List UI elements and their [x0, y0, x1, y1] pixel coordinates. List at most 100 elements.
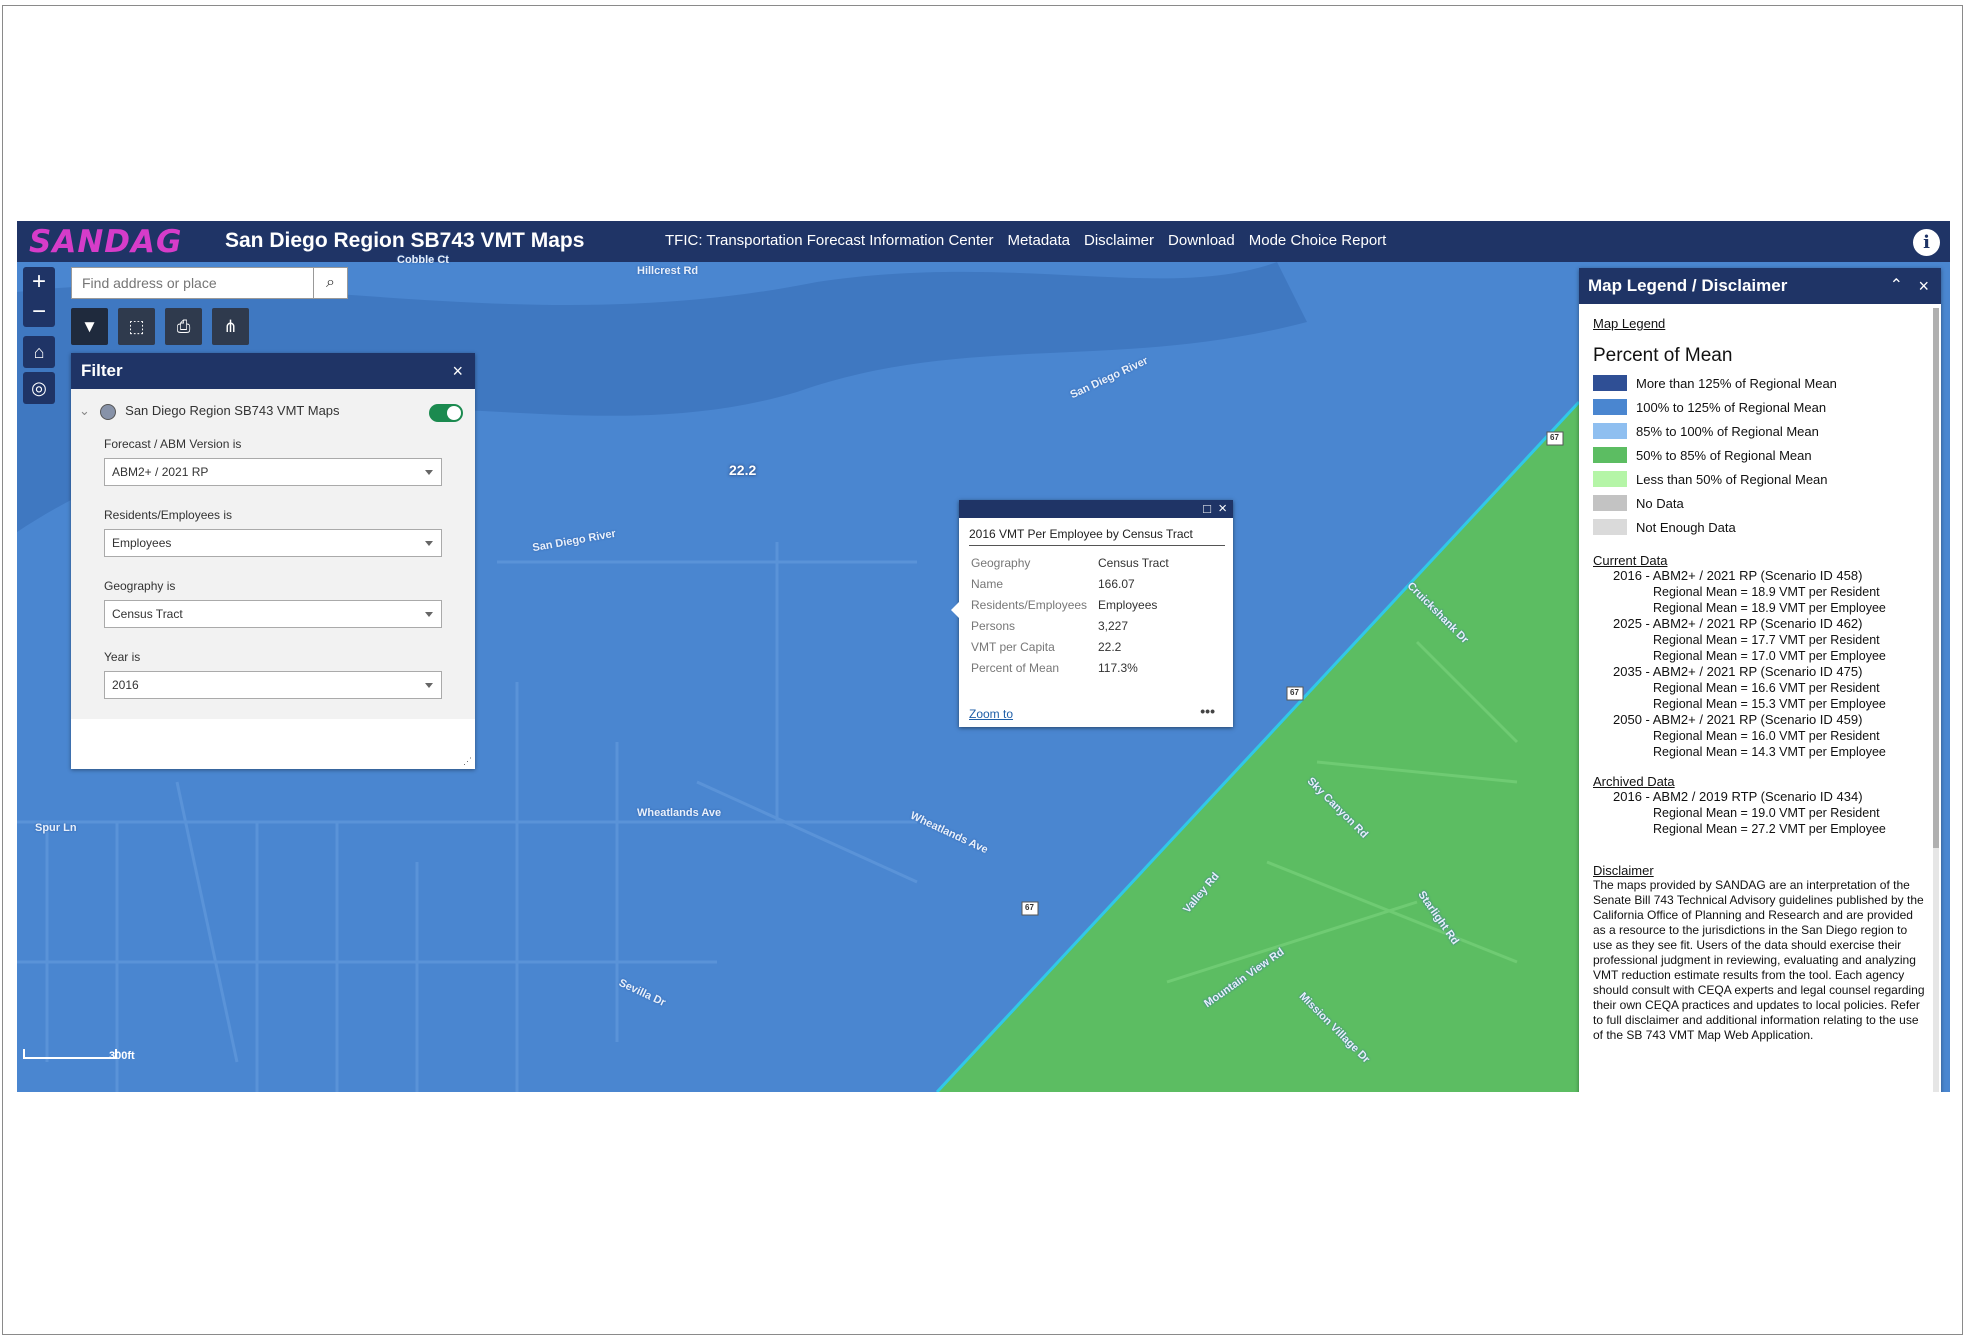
scenario-line: 2016 - ABM2+ / 2021 RP (Scenario ID 458) [1613, 568, 1863, 583]
street-label: Cobble Ct [397, 254, 449, 266]
street-label: Wheatlands Ave [637, 807, 722, 819]
legend-item: 50% to 85% of Regional Mean [1593, 443, 1925, 467]
legend-body: Map Legend Percent of Mean More than 125… [1593, 316, 1925, 1043]
legend-item: Less than 50% of Regional Mean [1593, 467, 1925, 491]
close-icon[interactable]: × [1918, 268, 1929, 304]
legend-swatch [1593, 375, 1627, 391]
legend-item-label: No Data [1636, 495, 1684, 511]
home-icon[interactable]: ⌂ [23, 336, 55, 368]
attr-value: 117.3% [1098, 660, 1138, 675]
legend-swatch [1593, 447, 1627, 463]
resize-handle-icon[interactable]: ⋰ [463, 756, 472, 767]
legend-swatch [1593, 399, 1627, 415]
scenario-line: 2016 - ABM2 / 2019 RTP (Scenario ID 434) [1613, 789, 1863, 804]
table-row: Geography Census Tract [971, 554, 1169, 575]
legend-item-label: 50% to 85% of Regional Mean [1636, 447, 1812, 463]
header-nav: TFIC: Transportation Forecast Informatio… [665, 232, 1386, 249]
table-row: Name 166.07 [971, 575, 1169, 596]
filter-layer-row[interactable]: ⌄ San Diego Region SB743 VMT Maps [79, 403, 340, 420]
legend-swatch [1593, 495, 1627, 511]
street-label: Hillcrest Rd [637, 265, 699, 277]
regional-mean-line: Regional Mean = 17.7 VMT per Resident [1653, 633, 1880, 647]
zoom-control: + − [23, 267, 55, 327]
disclaimer-text: The maps provided by SANDAG are an inter… [1593, 878, 1925, 1042]
zoom-out-icon[interactable]: − [23, 297, 55, 327]
search-icon[interactable]: ⌕ [313, 268, 347, 298]
filter-label-residents: Residents/Employees is [104, 508, 233, 522]
legend-item-label: Not Enough Data [1636, 519, 1736, 535]
nav-link-download[interactable]: Download [1168, 232, 1235, 249]
popup-pointer [951, 602, 959, 618]
popup-title: 2016 VMT Per Employee by Census Tract [969, 527, 1193, 541]
attr-key: Geography [971, 555, 1031, 570]
attr-value: 166.07 [1098, 576, 1135, 591]
legend-item-label: Less than 50% of Regional Mean [1636, 471, 1828, 487]
legend-title: Map Legend / Disclaimer [1588, 276, 1788, 295]
regional-mean-line: Regional Mean = 16.0 VMT per Resident [1653, 729, 1880, 743]
nav-link-mode-choice-report[interactable]: Mode Choice Report [1249, 232, 1387, 249]
regional-mean-line: Regional Mean = 15.3 VMT per Employee [1653, 697, 1886, 711]
legend-section-label: Map Legend [1593, 316, 1666, 331]
attr-value: Employees [1098, 597, 1158, 612]
popup-divider [969, 545, 1225, 546]
street-label: Spur Ln [35, 822, 77, 834]
attr-value: 22.2 [1098, 639, 1122, 654]
attr-value: Census Tract [1098, 555, 1169, 570]
year-select[interactable]: 2016 [104, 671, 442, 699]
search-box: ⌕ [71, 267, 348, 299]
locate-icon[interactable]: ◎ [23, 372, 55, 404]
zoom-in-icon[interactable]: + [23, 267, 55, 297]
residents-select[interactable]: Employees [104, 529, 442, 557]
legend-swatch [1593, 519, 1627, 535]
layer-toggle[interactable] [429, 404, 463, 422]
popup-attributes: Geography Census Tract Name 166.07 Residen… [971, 554, 1169, 680]
route-shield-label: 67 [1025, 903, 1034, 912]
more-options-icon[interactable]: ••• [1200, 703, 1215, 719]
legend-item-label: 85% to 100% of Regional Mean [1636, 423, 1819, 439]
maximize-icon[interactable]: □ [1203, 500, 1211, 518]
select-icon[interactable]: ⬚ [118, 308, 155, 345]
route-shield-label: 67 [1290, 688, 1299, 697]
chevron-down-icon[interactable]: ⌄ [79, 403, 90, 418]
table-row: Percent of Mean 117.3% [971, 659, 1169, 680]
regional-mean-line: Regional Mean = 18.9 VMT per Employee [1653, 601, 1886, 615]
attr-key: Name [971, 576, 1004, 591]
filter-header: Filter × [71, 353, 475, 389]
scrollbar-thumb[interactable] [1933, 308, 1939, 848]
regional-mean-line: Regional Mean = 18.9 VMT per Resident [1653, 585, 1880, 599]
nav-link-disclaimer[interactable]: Disclaimer [1084, 232, 1154, 249]
close-icon[interactable]: × [1218, 500, 1227, 518]
zoom-to-link[interactable]: Zoom to [969, 707, 1013, 721]
filter-panel: Filter × ⌄ San Diego Region SB743 VMT Ma… [71, 353, 475, 769]
layer-symbol-icon [99, 403, 116, 420]
close-icon[interactable]: × [452, 353, 463, 389]
legend-item: No Data [1593, 491, 1925, 515]
geography-select[interactable]: Census Tract [104, 600, 442, 628]
search-input[interactable] [72, 268, 314, 298]
share-icon[interactable]: ⋔ [212, 308, 249, 345]
feature-popup: □ × 2016 VMT Per Employee by Census Trac… [951, 500, 1233, 727]
legend-swatch [1593, 423, 1627, 439]
print-icon[interactable]: ⎙ [165, 308, 202, 345]
filter-icon[interactable]: ▼ [71, 308, 108, 345]
tract-value-label: 22.2 [729, 462, 757, 478]
map-application: SANDAG San Diego Region SB743 VMT Maps T… [17, 221, 1950, 1092]
legend-item: More than 125% of Regional Mean [1593, 371, 1925, 395]
info-icon[interactable]: i [1913, 229, 1940, 256]
nav-link-metadata[interactable]: Metadata [1007, 232, 1070, 249]
nav-link-tfic[interactable]: TFIC: Transportation Forecast Informatio… [665, 232, 993, 249]
legend-item: 85% to 100% of Regional Mean [1593, 419, 1925, 443]
disclaimer-label: Disclaimer [1593, 863, 1654, 878]
attr-key: Percent of Mean [971, 660, 1060, 675]
filter-body: ⌄ San Diego Region SB743 VMT Maps Foreca… [71, 389, 475, 719]
table-row: Persons 3,227 [971, 617, 1169, 638]
sandag-logo[interactable]: SANDAG [29, 224, 182, 260]
legend-item-label: More than 125% of Regional Mean [1636, 375, 1837, 391]
map-toolbar: ▼ ⬚ ⎙ ⋔ [71, 308, 249, 345]
forecast-select[interactable]: ABM2+ / 2021 RP [104, 458, 442, 486]
app-title: San Diego Region SB743 VMT Maps [225, 229, 585, 252]
attr-value: 3,227 [1098, 618, 1129, 633]
collapse-icon[interactable]: ⌃ [1890, 268, 1903, 304]
filter-layer-name: San Diego Region SB743 VMT Maps [125, 403, 340, 418]
filter-title: Filter [81, 361, 123, 380]
